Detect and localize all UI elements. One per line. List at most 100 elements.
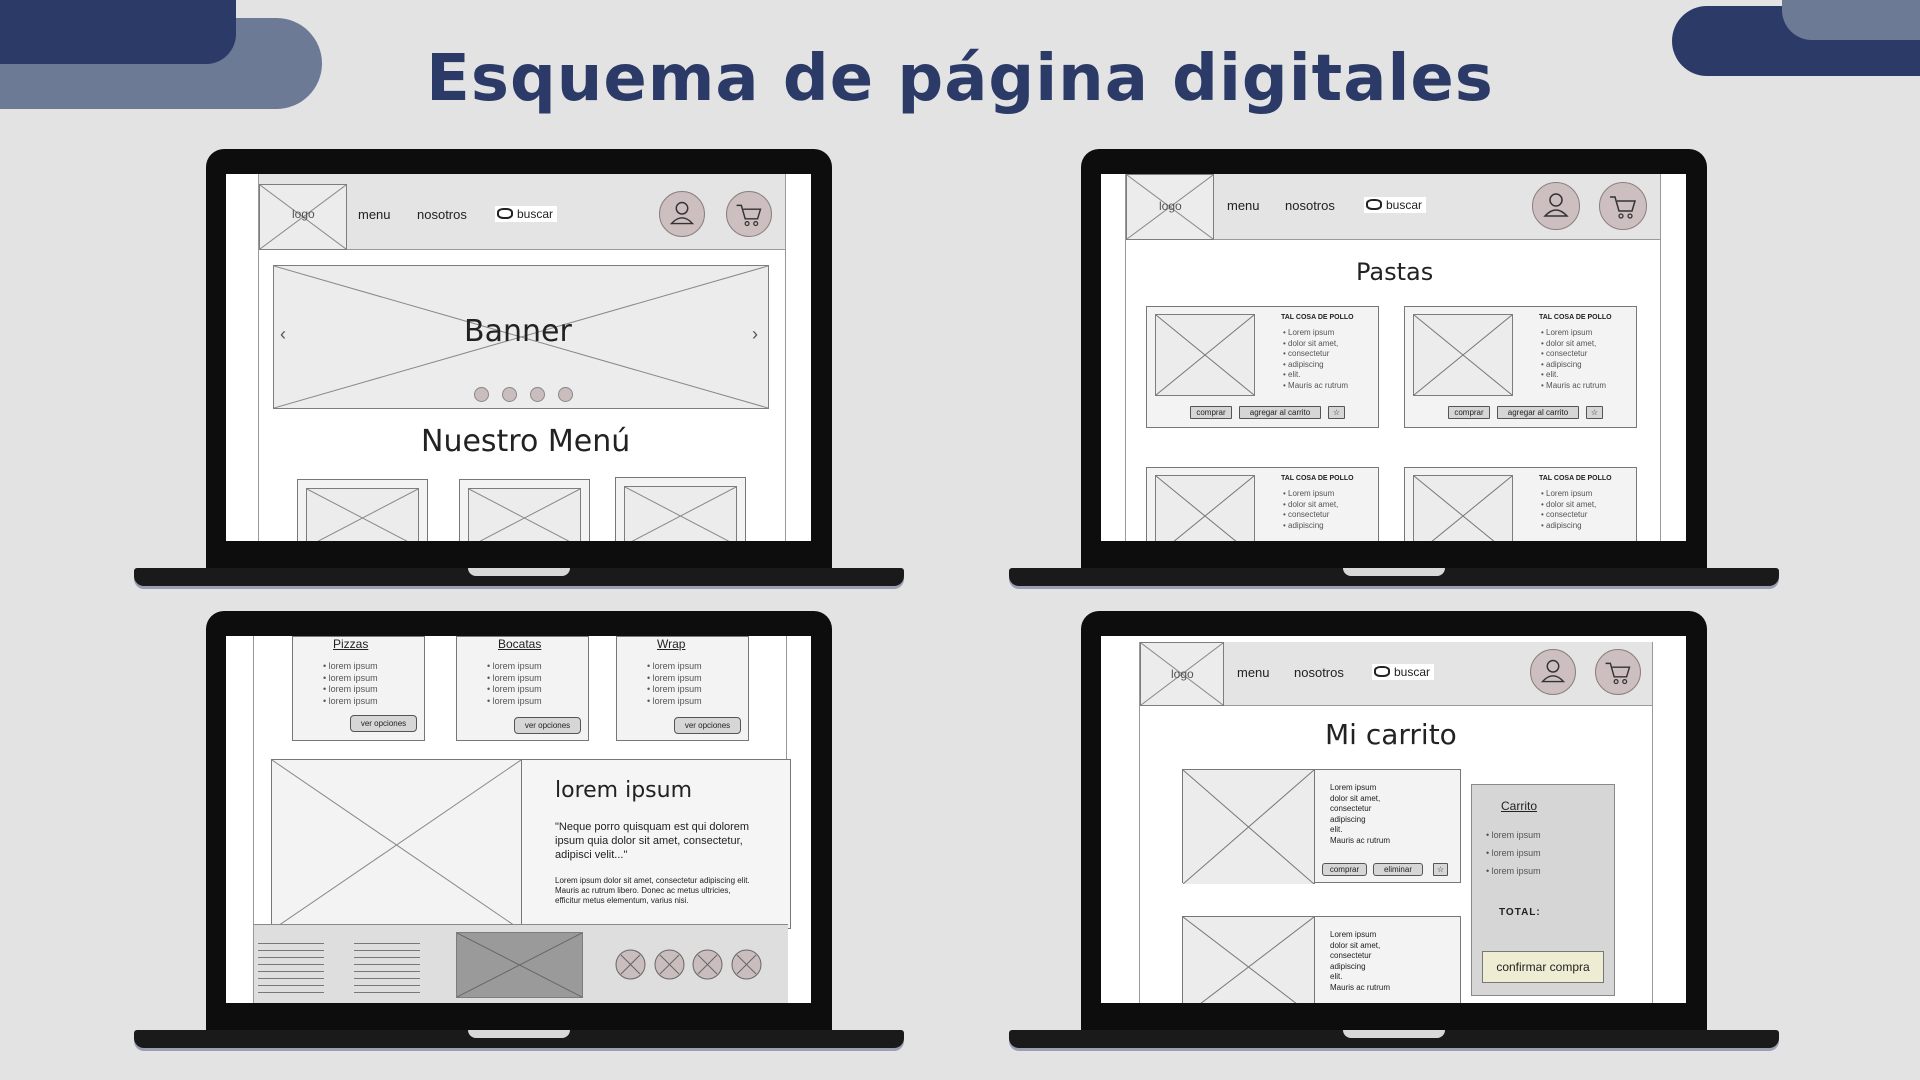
product-card[interactable]: TAL COSA DE POLLO • Lorem ipsum • dolor … (1404, 467, 1637, 541)
bullet-item: • adipiscing (1541, 359, 1582, 369)
laptop-home: logo menu nosotros buscar Banner ‹ › Nue… (134, 149, 904, 603)
search-box[interactable]: buscar (1364, 197, 1427, 213)
chevron-right-icon[interactable]: › (752, 324, 758, 345)
screen-home: logo menu nosotros buscar Banner ‹ › Nue… (226, 174, 811, 541)
carousel-dot[interactable] (558, 387, 573, 402)
cart-summary-title: Carrito (1501, 799, 1538, 813)
list-item: • lorem ipsum (647, 661, 702, 671)
wireframe-page: logo menu nosotros buscar Banner ‹ › Nue… (258, 174, 786, 541)
buy-button[interactable]: comprar (1448, 406, 1490, 419)
list-item: • lorem ipsum (647, 684, 702, 694)
add-to-cart-button[interactable]: agregar al carrito (1239, 406, 1321, 419)
social-icon[interactable] (615, 949, 646, 980)
category-title[interactable]: Wrap (657, 637, 685, 651)
view-options-button[interactable]: ver opciones (350, 715, 417, 732)
bullet-item: • consectetur (1541, 349, 1588, 358)
menu-card[interactable] (615, 477, 746, 541)
cart-item[interactable]: Lorem ipsum dolor sit amet, consectetur … (1182, 916, 1461, 1003)
bullet-item: • adipiscing (1283, 520, 1324, 530)
screen-cart: logo menu nosotros buscar Mi carrito Lor… (1101, 636, 1686, 1003)
category-title[interactable]: Pizzas (333, 637, 368, 651)
bullet-item: • consectetur (1541, 510, 1588, 519)
favorite-star-icon[interactable]: ☆ (1586, 406, 1603, 419)
feature-section: lorem ipsum "Neque porro quisquam est qu… (271, 759, 791, 930)
remove-button[interactable]: eliminar (1373, 863, 1423, 876)
product-card[interactable]: TAL COSA DE POLLO • Lorem ipsum • dolor … (1146, 306, 1379, 428)
cart-item-description: Lorem ipsum dolor sit amet, consectetur … (1330, 783, 1391, 845)
cart-button[interactable] (1599, 182, 1647, 230)
favorite-star-icon[interactable]: ☆ (1328, 406, 1345, 419)
product-card[interactable]: TAL COSA DE POLLO • Lorem ipsum • dolor … (1404, 306, 1637, 428)
search-box[interactable]: buscar (1372, 664, 1435, 680)
footer (254, 924, 788, 1003)
logo-placeholder[interactable]: logo (1126, 174, 1214, 240)
nav-menu-link[interactable]: menu (358, 207, 391, 222)
product-bullets: • Lorem ipsum • dolor sit amet, • consec… (1283, 489, 1338, 531)
category-title[interactable]: Bocatas (498, 637, 541, 651)
menu-card[interactable] (459, 479, 590, 541)
product-name: TAL COSA DE POLLO (1539, 475, 1612, 482)
list-item: • lorem ipsum (323, 684, 378, 694)
favorite-star-icon[interactable]: ☆ (1433, 863, 1448, 876)
carousel-dot[interactable] (530, 387, 545, 402)
laptop-cart: logo menu nosotros buscar Mi carrito Lor… (1009, 611, 1779, 1065)
screen-menu: Pizzas • lorem ipsum • lorem ipsum • lor… (226, 636, 811, 1003)
view-options-button[interactable]: ver opciones (514, 717, 581, 734)
list-item: • lorem ipsum (487, 684, 542, 694)
category-card[interactable]: Pizzas • lorem ipsum • lorem ipsum • lor… (292, 636, 425, 741)
logo-placeholder[interactable]: logo (1140, 642, 1224, 706)
product-name: TAL COSA DE POLLO (1281, 314, 1354, 321)
user-button[interactable] (659, 191, 705, 237)
search-box[interactable]: buscar (495, 206, 558, 222)
carousel-dot[interactable] (502, 387, 517, 402)
category-card[interactable]: Bocatas • lorem ipsum • lorem ipsum • lo… (456, 636, 589, 741)
carousel-dot[interactable] (474, 387, 489, 402)
user-icon (1543, 193, 1569, 217)
nav-nosotros-link[interactable]: nosotros (1294, 665, 1344, 680)
bullet-item: • Lorem ipsum (1283, 489, 1335, 498)
logo-placeholder[interactable]: logo (259, 184, 347, 250)
screen-pastas: logo menu nosotros buscar Pastas TAL COS… (1101, 174, 1686, 541)
banner-carousel[interactable]: Banner ‹ › (273, 265, 769, 409)
buy-button[interactable]: comprar (1190, 406, 1232, 419)
social-icon[interactable] (692, 949, 723, 980)
feature-body: Lorem ipsum dolor sit amet, consectetur … (555, 876, 750, 905)
user-button[interactable] (1532, 182, 1580, 230)
nav-menu-link[interactable]: menu (1227, 198, 1260, 213)
image-placeholder (1413, 314, 1513, 396)
product-card[interactable]: TAL COSA DE POLLO • Lorem ipsum • dolor … (1146, 467, 1379, 541)
confirm-purchase-button[interactable]: confirmar compra (1482, 951, 1604, 983)
nav-nosotros-link[interactable]: nosotros (417, 207, 467, 222)
wireframe-page: logo menu nosotros buscar Mi carrito Lor… (1139, 642, 1653, 1003)
feature-quote: "Neque porro quisquam est qui dolorem ip… (555, 821, 750, 861)
social-icon[interactable] (731, 949, 762, 980)
category-card[interactable]: Wrap • lorem ipsum • lorem ipsum • lorem… (616, 636, 749, 741)
nav-menu-link[interactable]: menu (1237, 665, 1270, 680)
chevron-left-icon[interactable]: ‹ (280, 324, 286, 345)
logo-label: logo (292, 207, 315, 221)
view-options-button[interactable]: ver opciones (674, 717, 741, 734)
buy-button[interactable]: comprar (1322, 863, 1367, 876)
cart-icon (736, 204, 762, 227)
product-bullets: • Lorem ipsum • dolor sit amet, • consec… (1541, 328, 1606, 391)
add-to-cart-button[interactable]: agregar al carrito (1497, 406, 1579, 419)
nav-nosotros-link[interactable]: nosotros (1285, 198, 1335, 213)
cart-item[interactable]: Lorem ipsum dolor sit amet, consectetur … (1182, 769, 1461, 884)
total-label: TOTAL: (1499, 907, 1541, 918)
product-bullets: • Lorem ipsum • dolor sit amet, • consec… (1541, 489, 1596, 531)
bullet-item: • Mauris ac rutrum (1283, 380, 1349, 390)
user-button[interactable] (1530, 649, 1576, 695)
category-items: • lorem ipsum • lorem ipsum • lorem ipsu… (647, 661, 702, 707)
laptop-lid: logo menu nosotros buscar Mi carrito Lor… (1081, 611, 1707, 1036)
cart-button[interactable] (726, 191, 772, 237)
menu-card[interactable] (297, 479, 428, 541)
cart-item-description: Lorem ipsum dolor sit amet, consectetur … (1330, 930, 1391, 992)
cart-button[interactable] (1595, 649, 1641, 695)
image-placeholder (1183, 917, 1315, 1003)
category-heading: Pastas (1356, 258, 1434, 286)
search-icon (1374, 666, 1390, 677)
wireframe-page: Pizzas • lorem ipsum • lorem ipsum • lor… (253, 636, 791, 1003)
list-item: • lorem ipsum (487, 661, 542, 671)
product-name: TAL COSA DE POLLO (1539, 314, 1612, 321)
social-icon[interactable] (654, 949, 685, 980)
